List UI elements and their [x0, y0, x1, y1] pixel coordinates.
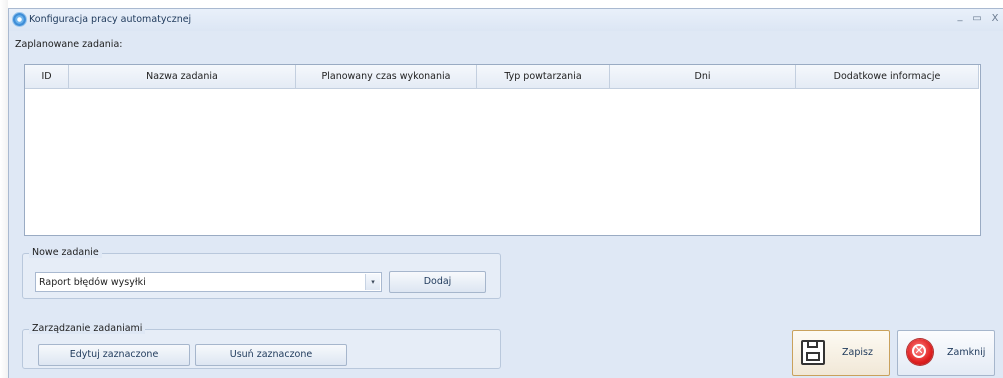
window-shadow [0, 0, 8, 378]
close-button[interactable]: ✕ Zamknij [897, 330, 995, 376]
task-type-selected-value: Raport błędów wysyłki [39, 277, 146, 288]
window-close-button[interactable]: X [989, 13, 1001, 24]
column-header-task-name[interactable]: Nazwa zadania [69, 65, 296, 89]
scheduled-tasks-table[interactable]: ID Nazwa zadania Planowany czas wykonani… [24, 64, 981, 236]
column-header-id[interactable]: ID [25, 65, 69, 89]
save-button-label: Zapisz [842, 347, 873, 358]
floppy-disk-icon [801, 340, 825, 365]
title-bar[interactable]: Konfiguracja pracy automatycznej _ ▭ X [9, 9, 1003, 31]
minimize-button[interactable]: _ [954, 11, 966, 22]
window-title: Konfiguracja pracy automatycznej [29, 14, 192, 25]
column-header-days[interactable]: Dni [610, 65, 796, 89]
close-button-label: Zamknij [947, 347, 986, 358]
task-management-group-title: Zarządzanie zadaniami [29, 323, 146, 334]
scheduled-tasks-label: Zaplanowane zadania: [15, 39, 123, 50]
gear-icon [13, 13, 26, 26]
chevron-down-icon[interactable]: ▾ [365, 274, 380, 290]
column-header-planned-time[interactable]: Planowany czas wykonania [296, 65, 477, 89]
column-header-repeat-type[interactable]: Typ powtarzania [477, 65, 610, 89]
task-type-select[interactable]: Raport błędów wysyłki ▾ [35, 272, 382, 292]
table-header: ID Nazwa zadania Planowany czas wykonani… [25, 65, 979, 89]
save-button[interactable]: Zapisz [792, 330, 890, 376]
maximize-button[interactable]: ▭ [971, 13, 983, 24]
edit-selected-button[interactable]: Edytuj zaznaczone [38, 344, 190, 366]
delete-selected-button[interactable]: Usuń zaznaczone [195, 344, 347, 366]
close-circle-icon: ✕ [907, 339, 933, 365]
column-header-additional-info[interactable]: Dodatkowe informacje [796, 65, 979, 89]
dialog-window: Konfiguracja pracy automatycznej _ ▭ X Z… [8, 8, 1003, 378]
add-task-button[interactable]: Dodaj [389, 271, 486, 293]
new-task-group-title: Nowe zadanie [29, 247, 102, 258]
